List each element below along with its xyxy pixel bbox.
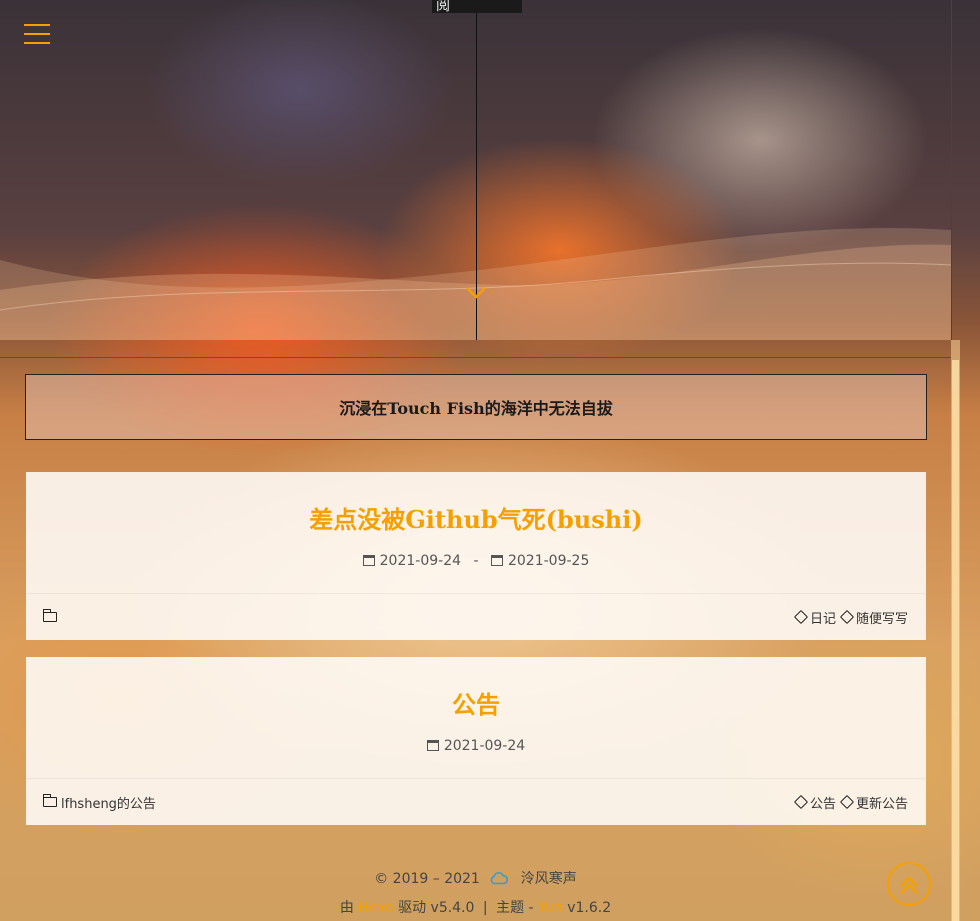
post-created-date: 2021-09-24 xyxy=(443,738,526,754)
back-to-top-icon xyxy=(900,876,918,894)
post-category[interactable]: lfhsheng的公告 xyxy=(42,793,156,812)
theme-link[interactable]: Yun xyxy=(538,900,563,916)
date-separator: - xyxy=(473,553,479,569)
cloud-icon xyxy=(490,871,509,885)
chevron-down-icon[interactable] xyxy=(465,285,487,301)
section-divider xyxy=(0,357,951,358)
tag-link[interactable]: 日记 xyxy=(793,608,836,627)
tag-link[interactable]: 更新公告 xyxy=(839,793,908,812)
scrollbar-thumb[interactable] xyxy=(952,360,959,921)
hero-top-label: 阅 xyxy=(436,0,450,14)
post-footer: lfhsheng的公告 公告 更新公告 xyxy=(26,778,926,825)
post-title[interactable]: 公告 xyxy=(26,657,926,720)
hero-top-mark: 阅 xyxy=(432,0,522,14)
post-tags: 公告 更新公告 xyxy=(790,793,908,812)
post-title[interactable]: 差点没被Github气死(bushi) xyxy=(26,472,926,535)
tag-label: 日记 xyxy=(809,611,836,627)
folder-icon xyxy=(42,794,57,807)
powered-prefix: 由 xyxy=(339,900,354,916)
tag-link[interactable]: 随便写写 xyxy=(839,608,908,627)
menu-icon[interactable] xyxy=(24,24,50,46)
theme-version: v1.6.2 xyxy=(567,900,612,916)
footer-copyright-line: © 2019 – 2021 泠风寒声 xyxy=(0,868,951,888)
author-name[interactable]: 泠风寒声 xyxy=(521,871,577,887)
post-updated-date: 2021-09-25 xyxy=(507,553,590,569)
calendar-icon xyxy=(426,740,439,751)
theme-prefix: 主题 - xyxy=(496,900,534,916)
post-created-date: 2021-09-24 xyxy=(379,553,462,569)
category-label: lfhsheng的公告 xyxy=(61,796,156,812)
powered-suffix: 驱动 v5.4.0 xyxy=(398,900,475,916)
hexo-link[interactable]: Hexo xyxy=(358,900,393,916)
tag-icon xyxy=(839,609,855,625)
post-tags: 日记 随便写写 xyxy=(790,608,908,627)
calendar-edit-icon xyxy=(490,555,503,566)
tag-label: 更新公告 xyxy=(855,796,908,812)
tag-label: 随便写写 xyxy=(855,611,908,627)
post-category[interactable] xyxy=(42,609,61,622)
footer-separator: | xyxy=(482,900,488,916)
post-meta: 2021-09-24 - 2021-09-25 xyxy=(26,553,926,569)
post-card: 差点没被Github气死(bushi) 2021-09-24 - 2021-09… xyxy=(26,472,926,640)
tag-link[interactable]: 公告 xyxy=(793,793,836,812)
post-footer: 日记 随便写写 xyxy=(26,593,926,640)
notice-text: 沉浸在Touch Fish的海洋中无法自拔 xyxy=(339,399,613,418)
post-meta: 2021-09-24 xyxy=(26,738,926,754)
tag-icon xyxy=(793,794,809,810)
copyright-text: © 2019 – 2021 xyxy=(374,871,480,887)
tag-label: 公告 xyxy=(809,796,836,812)
back-to-top-button[interactable] xyxy=(887,862,931,906)
tag-icon xyxy=(793,609,809,625)
post-card: 公告 2021-09-24 lfhsheng的公告 公告 更新公告 xyxy=(26,657,926,825)
folder-icon xyxy=(42,609,57,622)
calendar-icon xyxy=(362,555,375,566)
tag-icon xyxy=(839,794,855,810)
footer-powered-line: 由 Hexo 驱动 v5.4.0 | 主题 - Yun v1.6.2 xyxy=(0,897,951,917)
notice-banner: 沉浸在Touch Fish的海洋中无法自拔 xyxy=(25,374,927,440)
